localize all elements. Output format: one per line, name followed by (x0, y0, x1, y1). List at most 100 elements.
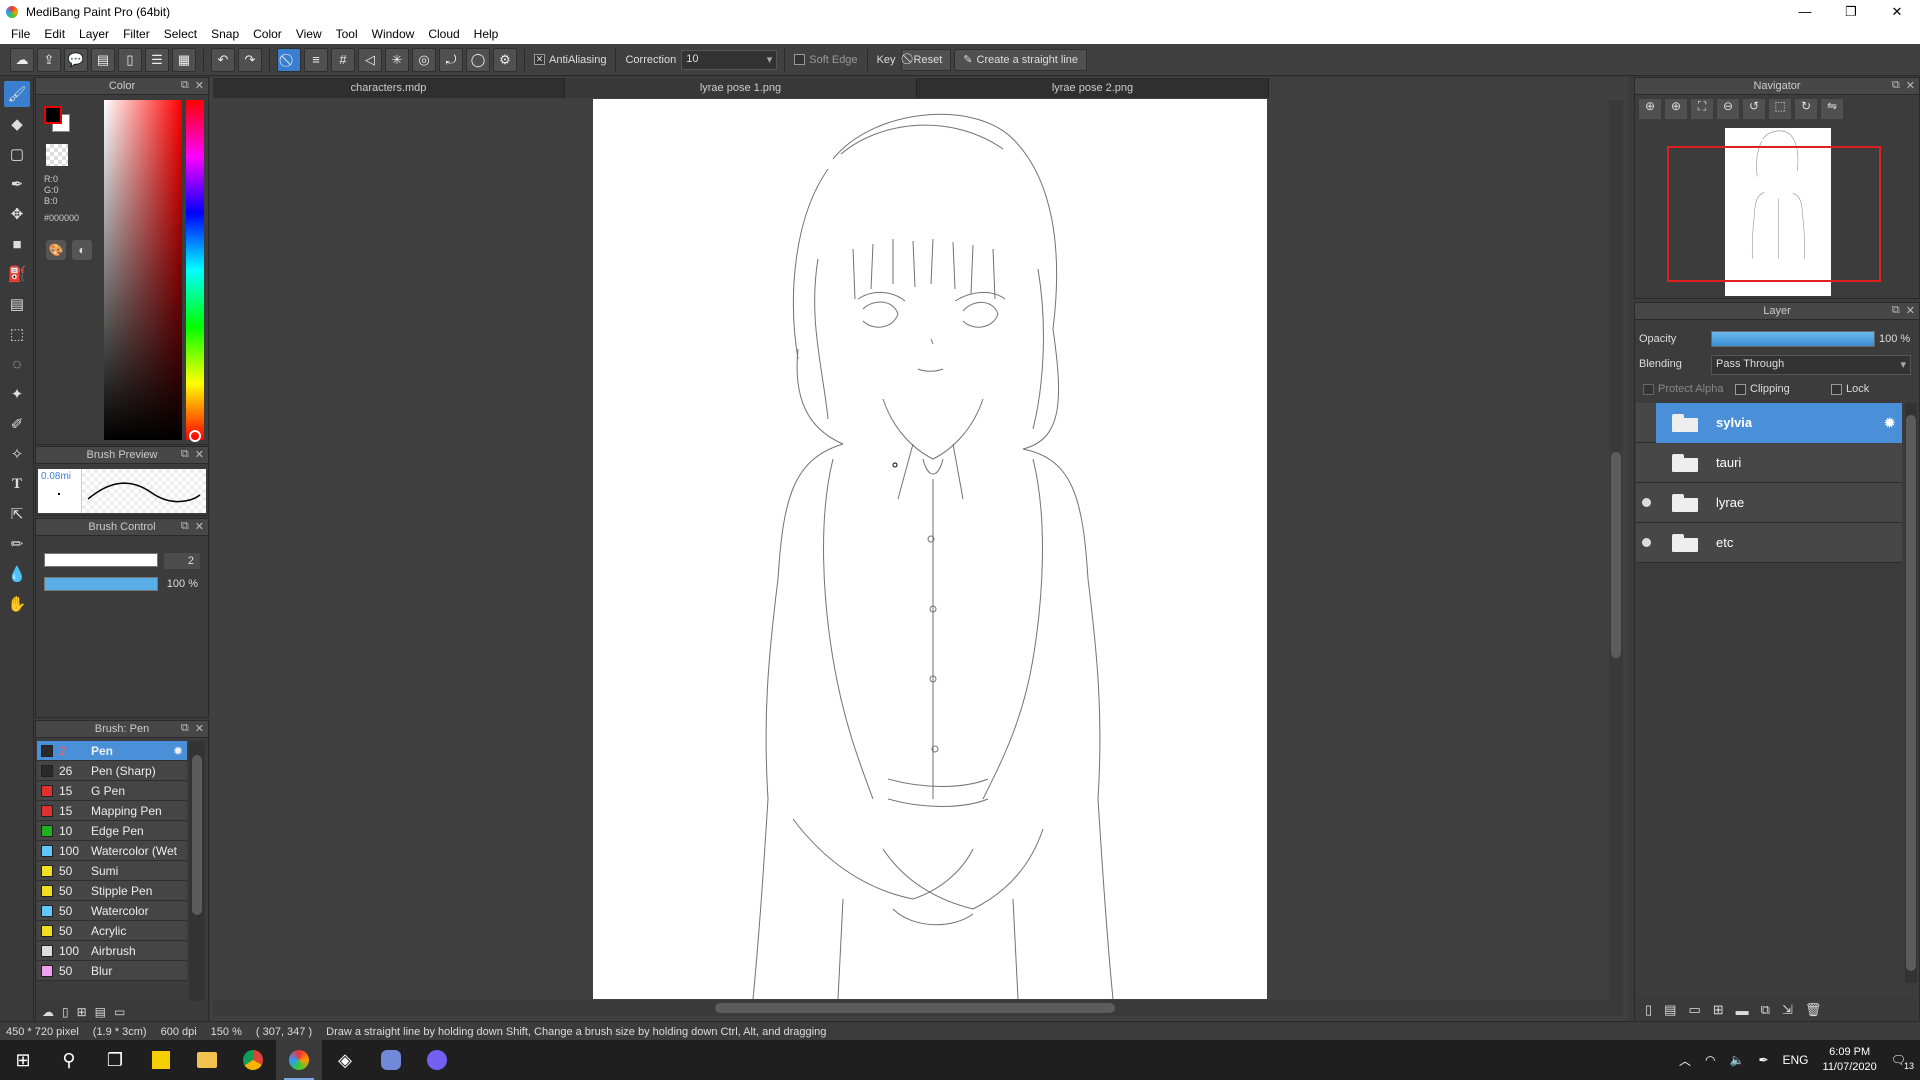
task-view-icon[interactable]: ❐ (92, 1040, 138, 1080)
undock-icon[interactable]: ⧉ (1892, 304, 1900, 317)
speech-bubble-icon[interactable]: 💬 (64, 47, 88, 72)
menu-help[interactable]: Help (467, 27, 506, 41)
sticky-notes-icon[interactable] (138, 1040, 184, 1080)
close-panel-icon[interactable]: ✕ (195, 722, 204, 735)
brush-list-scroll-thumb[interactable] (192, 755, 202, 915)
magic-wand-tool-icon[interactable]: ✦ (4, 381, 30, 407)
discord-icon[interactable] (368, 1040, 414, 1080)
gradient-tool-icon[interactable]: ▤ (4, 291, 30, 317)
add-brush-menu-icon[interactable]: ⊞ (77, 1005, 87, 1019)
layer-list-scrollbar[interactable] (1905, 403, 1917, 983)
operation-tool-icon[interactable]: ⇱ (4, 501, 30, 527)
fill-tool-icon[interactable]: ⛽ (4, 261, 30, 287)
brush-item[interactable]: 15 Mapping Pen (37, 801, 187, 821)
zoom-icon[interactable]: ⊕ (1639, 99, 1661, 119)
canvas-horizontal-scroll-thumb[interactable] (715, 1003, 1115, 1013)
visibility-toggle[interactable] (1636, 498, 1656, 507)
pen-ink-icon[interactable]: ✒ (1758, 1053, 1768, 1067)
rotate-left-icon[interactable]: ↺ (1743, 99, 1765, 119)
menu-snap[interactable]: Snap (204, 27, 246, 41)
lock-checkbox[interactable] (1831, 383, 1842, 395)
protect-alpha-checkbox[interactable] (1643, 383, 1654, 395)
reset-button[interactable]: ⃠Reset (900, 48, 952, 71)
brush-item[interactable]: 50 Watercolor (37, 901, 187, 921)
undock-icon[interactable]: ⧉ (181, 448, 189, 461)
antialiasing-option[interactable]: ✕ AntiAliasing (532, 54, 608, 66)
layer-row-lyrae[interactable]: lyrae (1636, 483, 1902, 523)
duplicate-layer-icon[interactable]: ⧉ (1761, 1002, 1770, 1018)
windows-start-icon[interactable]: ⊞ (0, 1040, 46, 1080)
lasso-tool-icon[interactable]: ◌ (4, 351, 30, 377)
menu-tool[interactable]: Tool (329, 27, 365, 41)
snap-settings-icon[interactable]: ⚙ (493, 47, 517, 72)
page-icon[interactable]: ▯ (118, 47, 142, 72)
hue-slider[interactable] (186, 100, 204, 440)
eraser-tool-icon[interactable]: ◆ (4, 111, 30, 137)
close-panel-icon[interactable]: ✕ (1906, 79, 1915, 92)
menu-cloud[interactable]: Cloud (421, 27, 466, 41)
visibility-toggle[interactable] (1636, 538, 1656, 547)
page-list-icon[interactable]: ☰ (145, 47, 169, 72)
brush-item-pen[interactable]: 2 Pen ✹ (37, 741, 187, 761)
gear-icon[interactable]: ✹ (173, 744, 183, 758)
clipping-option[interactable]: Clipping (1735, 383, 1790, 395)
redo-icon[interactable]: ↷ (238, 47, 262, 72)
layer-row-sylvia[interactable]: sylvia ✹ (1636, 402, 1902, 443)
undock-icon[interactable]: ⧉ (181, 79, 189, 92)
layer-list-scroll-thumb[interactable] (1906, 415, 1916, 971)
soft-edge-checkbox[interactable] (794, 54, 806, 65)
brush-list-scrollbar[interactable] (189, 741, 205, 1003)
eyedropper-tool-icon[interactable]: 💧 (4, 561, 30, 587)
gear-icon[interactable]: ✹ (1883, 414, 1896, 432)
undock-icon[interactable]: ⧉ (181, 722, 189, 735)
foreground-color-swatch[interactable] (44, 106, 62, 124)
drawing-canvas[interactable] (593, 99, 1267, 999)
close-button[interactable]: ✕ (1874, 0, 1920, 23)
close-panel-icon[interactable]: ✕ (195, 520, 204, 533)
new-layer-icon[interactable]: ▯ (1645, 1002, 1652, 1018)
new-brush-icon[interactable]: ▯ (62, 1005, 69, 1019)
brush-item[interactable]: 10 Edge Pen (37, 821, 187, 841)
close-panel-icon[interactable]: ✕ (1906, 304, 1915, 317)
brush-item[interactable]: 100 Airbrush (37, 941, 187, 961)
tray-chevron-icon[interactable]: ︿ (1679, 1052, 1691, 1069)
brush-settings-icon[interactable]: ▤ (95, 1005, 106, 1019)
tab-characters[interactable]: characters.mdp (213, 78, 565, 98)
search-icon[interactable]: ⚲ (46, 1040, 92, 1080)
layer-row-etc[interactable]: etc (1636, 523, 1902, 563)
protect-alpha-option[interactable]: Protect Alpha (1643, 383, 1723, 395)
brush-folder-icon[interactable]: ▭ (114, 1005, 125, 1019)
brush-size-slider[interactable] (44, 553, 158, 567)
comment-icon[interactable]: ▤ (91, 47, 115, 72)
brush-item[interactable]: 50 Stipple Pen (37, 881, 187, 901)
new-halftone-layer-icon[interactable]: ▤ (1664, 1002, 1676, 1018)
parallel-snap-icon[interactable]: ≡ (304, 47, 328, 72)
soft-edge-option[interactable]: Soft Edge (792, 54, 859, 66)
cloud-brush-icon[interactable]: ☁ (42, 1005, 54, 1019)
new-folder-icon[interactable]: ▬ (1736, 1003, 1749, 1018)
new-8bit-layer-icon[interactable]: ▭ (1688, 1002, 1700, 1018)
menu-view[interactable]: View (289, 27, 329, 41)
cloud-icon[interactable]: ☁ (10, 47, 34, 72)
clock[interactable]: 6:09 PM 11/07/2020 (1823, 1045, 1877, 1075)
tab-lyrae-pose-2[interactable]: lyrae pose 2.png (917, 78, 1269, 98)
restore-button[interactable]: ❐ (1828, 0, 1874, 23)
viber-icon[interactable] (414, 1040, 460, 1080)
delete-layer-icon[interactable]: 🗑 (1805, 1002, 1822, 1018)
text-tool-icon[interactable]: T (4, 471, 30, 497)
curve-snap-icon[interactable]: ⤾ (439, 47, 463, 72)
correction-select[interactable]: 10 (681, 49, 778, 70)
canvas-vertical-scroll-thumb[interactable] (1611, 452, 1621, 658)
unity-icon[interactable]: ◈ (322, 1040, 368, 1080)
concentric-snap-icon[interactable]: ◎ (412, 47, 436, 72)
straight-line-button[interactable]: ✎ Create a straight line (954, 48, 1087, 71)
file-explorer-icon[interactable] (184, 1040, 230, 1080)
close-panel-icon[interactable]: ✕ (195, 448, 204, 461)
language-indicator[interactable]: ENG (1783, 1053, 1809, 1067)
canvas-horizontal-scrollbar[interactable] (213, 1000, 1623, 1016)
radial-snap-icon[interactable]: ✳ (385, 47, 409, 72)
menu-layer[interactable]: Layer (72, 27, 116, 41)
merge-layer-icon[interactable]: ⇲ (1782, 1002, 1793, 1018)
undock-icon[interactable]: ⧉ (1892, 79, 1900, 92)
add-layer-menu-icon[interactable]: ⊞ (1713, 1002, 1724, 1018)
